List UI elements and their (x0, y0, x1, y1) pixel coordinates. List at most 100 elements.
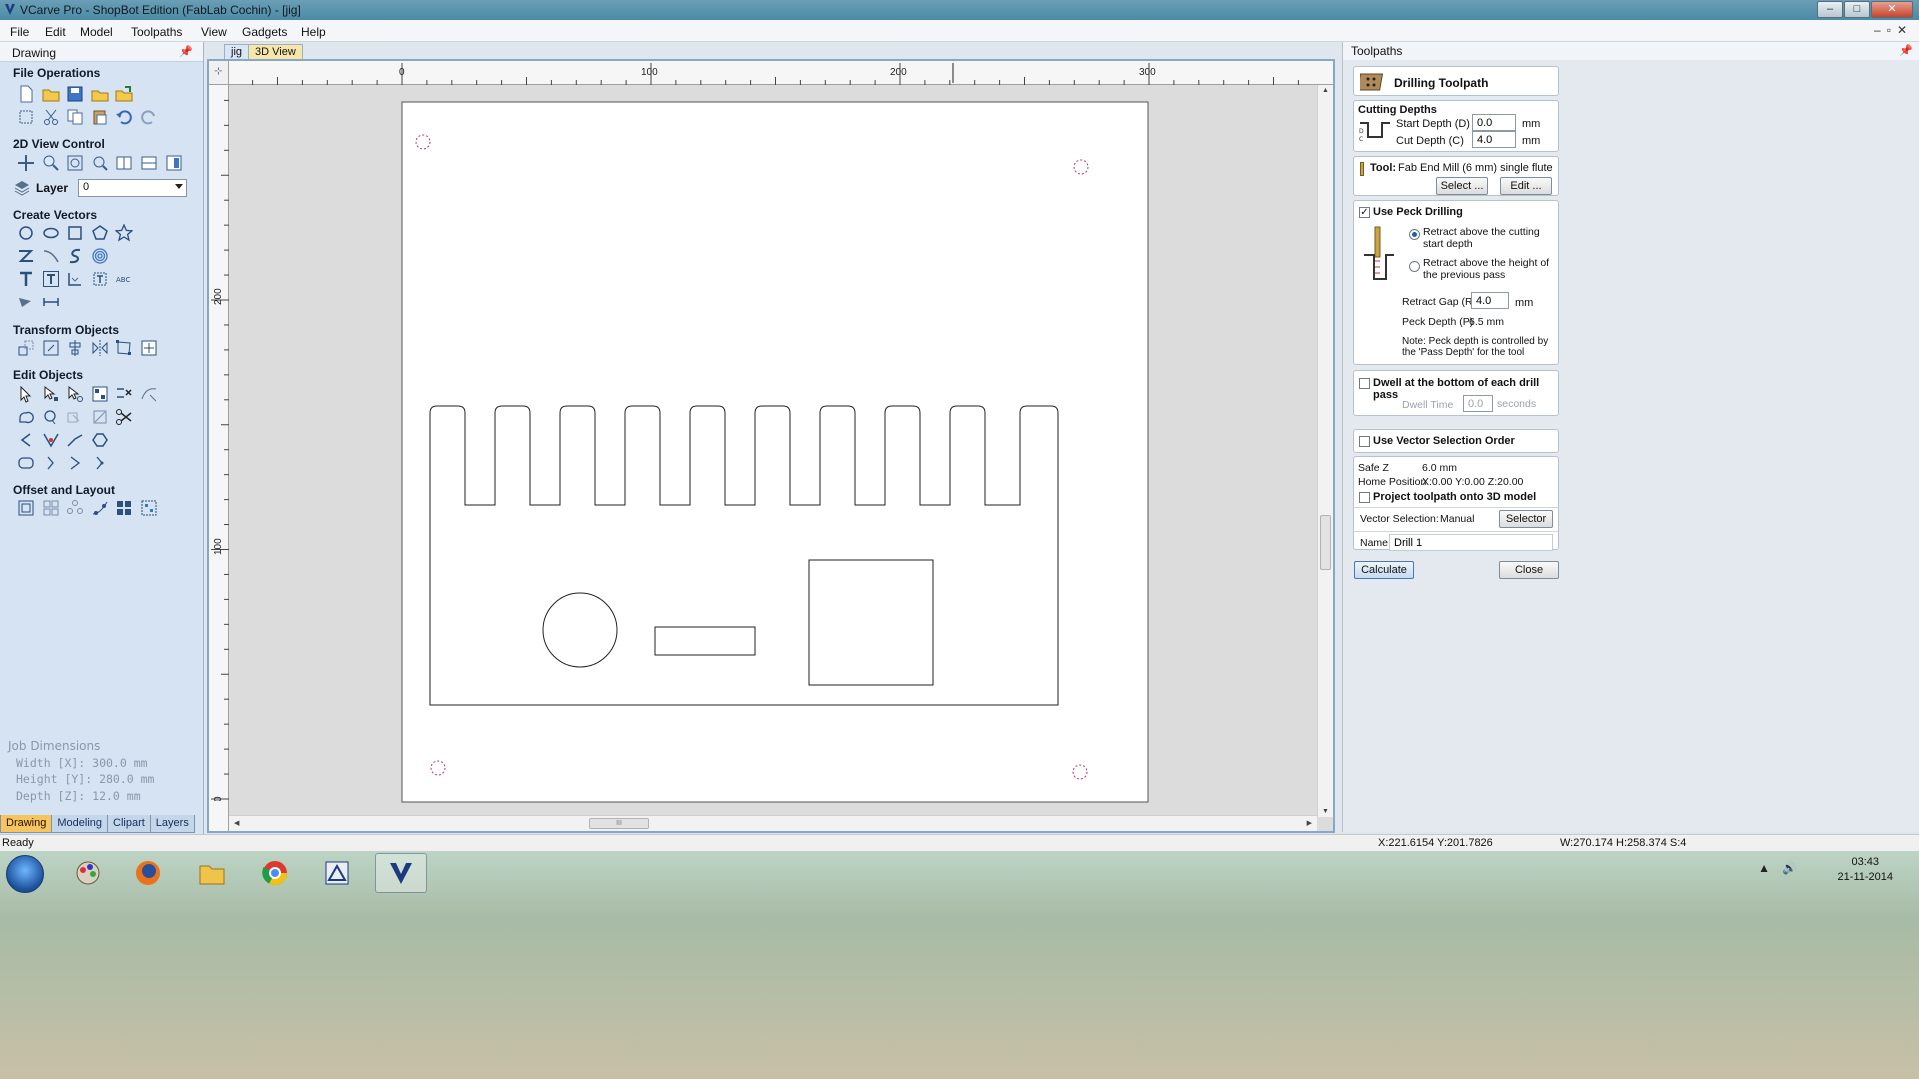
ruler-corner[interactable]: ⊹ (209, 61, 229, 85)
menu-gadgets[interactable]: Gadgets (242, 25, 287, 39)
smooth-icon[interactable] (15, 453, 37, 473)
start-button[interactable] (6, 855, 44, 893)
vcarve-taskbar-button[interactable] (375, 853, 427, 893)
mirror-object-icon[interactable] (89, 338, 111, 358)
menu-file[interactable]: File (10, 25, 29, 39)
scale-object-icon[interactable] (40, 338, 62, 358)
text-on-curve-icon[interactable] (64, 269, 86, 289)
nesting-layout-icon[interactable] (138, 498, 160, 518)
vector-order-checkbox[interactable] (1359, 436, 1370, 447)
paste-icon[interactable] (89, 107, 111, 127)
circle-tool-icon[interactable] (15, 223, 37, 243)
taskbar-clock[interactable]: 03:43 21-11-2014 (1838, 855, 1893, 885)
open-file-icon[interactable] (40, 84, 62, 104)
chrome-app-icon[interactable] (251, 853, 299, 893)
arc-tangent-icon[interactable] (64, 453, 86, 473)
import-icon[interactable] (89, 84, 111, 104)
scroll-down-icon[interactable]: ▼ (1322, 808, 1329, 815)
save-icon[interactable] (64, 84, 86, 104)
scroll-left-icon[interactable]: ◀ (234, 819, 239, 827)
scroll-right-icon[interactable]: ▶ (1307, 819, 1312, 827)
export-icon[interactable] (113, 84, 135, 104)
fillet-icon[interactable] (15, 430, 37, 450)
calculate-button[interactable]: Calculate (1354, 561, 1414, 579)
tab-modeling[interactable]: Modeling (51, 815, 108, 833)
dimension-tool-icon[interactable] (40, 292, 62, 312)
toolpath-name-input[interactable] (1389, 534, 1553, 551)
pin-icon[interactable]: 📌 (1899, 44, 1913, 57)
tab-3d-view[interactable]: 3D View (248, 44, 303, 60)
rectangle-tool-icon[interactable] (64, 223, 86, 243)
horizontal-scrollbar[interactable]: ◀ III ▶ (229, 815, 1317, 831)
pin-icon[interactable]: 📌 (179, 45, 193, 58)
cut-icon[interactable] (40, 107, 62, 127)
zoom-icon[interactable] (40, 153, 62, 173)
offset-icon[interactable] (15, 498, 37, 518)
distort-object-icon[interactable] (113, 338, 135, 358)
bridge-icon[interactable] (89, 453, 111, 473)
polyline-tool-icon[interactable] (15, 246, 37, 266)
scroll-up-icon[interactable]: ▲ (1322, 87, 1329, 94)
edit-tool-button[interactable]: Edit ... (1500, 177, 1552, 195)
join-vectors-icon[interactable] (40, 407, 62, 427)
vertical-scroll-thumb[interactable] (1320, 515, 1331, 570)
view-toggle-icon[interactable] (163, 153, 185, 173)
tab-jig[interactable]: jig (224, 44, 250, 60)
firefox-app-icon[interactable] (124, 853, 172, 893)
menu-toolpaths[interactable]: Toolpaths (131, 25, 182, 39)
text-arc-icon[interactable] (89, 269, 111, 289)
create-boundary-icon[interactable] (89, 430, 111, 450)
maximize-button[interactable]: □ (1844, 1, 1870, 18)
nest-parts-icon[interactable] (40, 498, 62, 518)
move-object-icon[interactable] (15, 338, 37, 358)
pan-icon[interactable] (15, 153, 37, 173)
curve-tool-icon[interactable] (40, 246, 62, 266)
polygon-tool-icon[interactable] (89, 223, 111, 243)
vertical-scrollbar[interactable]: ▲ ▼ (1317, 85, 1333, 817)
copy-icon[interactable] (64, 107, 86, 127)
node-edit-icon[interactable] (40, 384, 62, 404)
project-toolpath-checkbox[interactable] (1359, 492, 1370, 503)
layer-select[interactable]: 0 (78, 179, 188, 197)
retract-start-depth-radio[interactable] (1409, 229, 1420, 240)
split-view-icon[interactable] (113, 153, 135, 173)
cut-depth-input[interactable] (1472, 131, 1516, 148)
menu-edit[interactable]: Edit (45, 25, 66, 39)
new-file-icon[interactable] (15, 84, 37, 104)
tab-drawing[interactable]: Drawing (0, 815, 53, 833)
retract-gap-input[interactable] (1471, 292, 1509, 309)
select-pointer-icon[interactable] (15, 384, 37, 404)
interactive-select-icon[interactable] (64, 384, 86, 404)
weld-icon[interactable] (15, 407, 37, 427)
undo-icon[interactable] (113, 107, 135, 127)
spiral-tool-icon[interactable] (89, 246, 111, 266)
select-tool-button[interactable]: Select ... (1436, 177, 1488, 195)
drawing-area[interactable] (229, 85, 1317, 816)
use-peck-drilling-checkbox[interactable]: ✓ (1359, 207, 1370, 218)
job-setup-icon[interactable] (15, 107, 37, 127)
close-button[interactable]: Close (1499, 561, 1559, 579)
intersect-icon[interactable] (89, 407, 111, 427)
mdi-window-controls[interactable]: –▫✕ (1874, 23, 1913, 37)
horizontal-scroll-thumb[interactable]: III (589, 818, 649, 829)
ellipse-tool-icon[interactable] (40, 223, 62, 243)
file-explorer-icon[interactable] (188, 853, 236, 893)
dwell-time-input[interactable] (1463, 395, 1493, 412)
spline-tool-icon[interactable] (64, 246, 86, 266)
text-tool-icon[interactable] (15, 269, 37, 289)
circular-copy-icon[interactable] (64, 498, 86, 518)
start-depth-input[interactable] (1472, 114, 1516, 131)
set-position-icon[interactable] (138, 338, 160, 358)
star-tool-icon[interactable] (113, 223, 135, 243)
scissors-icon[interactable] (113, 407, 135, 427)
dwell-checkbox[interactable] (1359, 378, 1370, 389)
close-vector-icon[interactable] (40, 453, 62, 473)
system-tray[interactable]: ▲🔊 (1758, 861, 1809, 875)
close-window-button[interactable]: ✕ (1871, 1, 1913, 18)
chamfer-icon[interactable] (40, 430, 62, 450)
redo-icon[interactable] (138, 107, 160, 127)
subtract-icon[interactable] (64, 407, 86, 427)
zoom-selected-icon[interactable] (89, 153, 111, 173)
tab-clipart[interactable]: Clipart (107, 815, 151, 833)
selection-dialog-icon[interactable] (89, 384, 111, 404)
